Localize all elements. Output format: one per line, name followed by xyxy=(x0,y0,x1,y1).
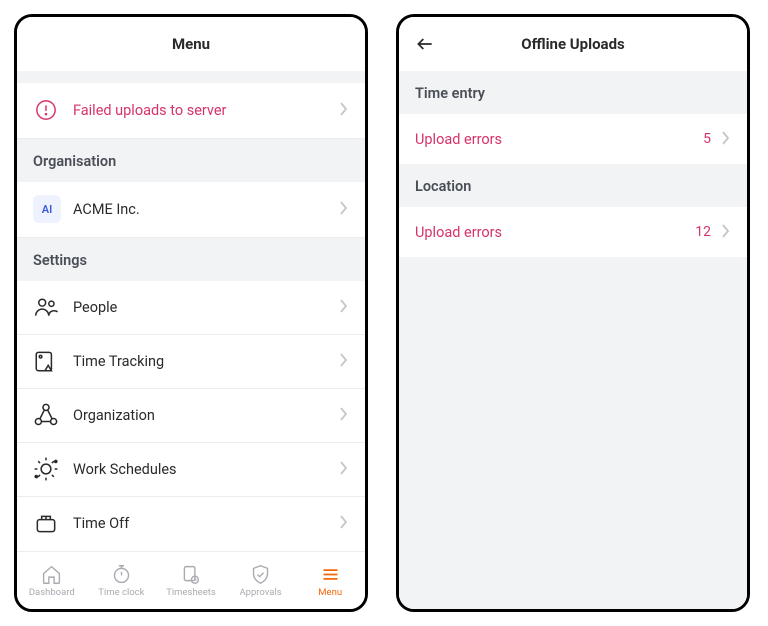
tab-menu[interactable]: Menu xyxy=(295,552,365,609)
row-label: People xyxy=(73,299,339,316)
chevron-right-icon xyxy=(339,200,349,219)
time-tracking-icon xyxy=(33,348,59,374)
offline-uploads-screen: Offline Uploads Time entry Upload errors… xyxy=(396,14,750,612)
row-label: Time Tracking xyxy=(73,353,339,370)
page-title: Offline Uploads xyxy=(521,35,624,53)
header: Offline Uploads xyxy=(399,17,747,71)
failed-uploads-row[interactable]: Failed uploads to server xyxy=(17,83,365,139)
settings-row-organization[interactable]: Organization xyxy=(17,389,365,443)
chevron-right-icon xyxy=(339,406,349,425)
org-badge: AI xyxy=(33,195,61,223)
organisation-row[interactable]: AI ACME Inc. xyxy=(17,182,365,238)
content: Failed uploads to server Organisation AI… xyxy=(17,71,365,551)
settings-row-time-off[interactable]: Time Off xyxy=(17,497,365,551)
tab-bar: Dashboard Time clock Timesheets Approval… xyxy=(17,551,365,609)
tab-label: Approvals xyxy=(239,587,281,598)
chevron-right-icon xyxy=(339,298,349,317)
chevron-right-icon xyxy=(721,130,731,149)
timesheets-icon xyxy=(180,563,202,585)
header: Menu xyxy=(17,17,365,71)
settings-row-people[interactable]: People xyxy=(17,281,365,335)
menu-icon xyxy=(319,563,341,585)
chevron-right-icon xyxy=(339,514,349,533)
time-entry-upload-errors-row[interactable]: Upload errors 5 xyxy=(399,114,747,164)
error-count: 12 xyxy=(695,224,711,240)
people-icon xyxy=(33,294,59,320)
tab-timesheets[interactable]: Timesheets xyxy=(156,552,226,609)
chevron-right-icon xyxy=(339,460,349,479)
shield-check-icon xyxy=(250,563,272,585)
section-header-location: Location xyxy=(399,164,747,207)
row-label: Time Off xyxy=(73,515,339,532)
chevron-right-icon xyxy=(339,352,349,371)
section-header-settings: Settings xyxy=(17,238,365,281)
tab-label: Timesheets xyxy=(166,587,216,598)
tab-time-clock[interactable]: Time clock xyxy=(87,552,157,609)
tab-dashboard[interactable]: Dashboard xyxy=(17,552,87,609)
alert-circle-icon xyxy=(33,97,59,123)
tab-label: Dashboard xyxy=(29,587,75,598)
section-header-time-entry: Time entry xyxy=(399,71,747,114)
home-icon xyxy=(41,563,63,585)
tab-label: Menu xyxy=(318,587,342,598)
error-count: 5 xyxy=(703,131,711,147)
chevron-right-icon xyxy=(721,223,731,242)
work-schedules-icon xyxy=(33,456,59,482)
tab-approvals[interactable]: Approvals xyxy=(226,552,296,609)
row-label: Organization xyxy=(73,407,339,424)
row-label: Failed uploads to server xyxy=(73,102,339,119)
time-off-icon xyxy=(33,511,59,537)
row-label: Upload errors xyxy=(415,131,703,148)
back-button[interactable] xyxy=(413,32,437,56)
settings-row-time-tracking[interactable]: Time Tracking xyxy=(17,335,365,389)
page-title: Menu xyxy=(172,35,210,53)
stopwatch-icon xyxy=(110,563,132,585)
location-upload-errors-row[interactable]: Upload errors 12 xyxy=(399,207,747,257)
arrow-left-icon xyxy=(415,34,435,54)
menu-screen: Menu Failed uploads to server Organisati… xyxy=(14,14,368,612)
settings-row-work-schedules[interactable]: Work Schedules xyxy=(17,443,365,497)
row-label: Upload errors xyxy=(415,224,695,241)
row-label: ACME Inc. xyxy=(73,201,339,218)
tab-label: Time clock xyxy=(98,587,144,598)
row-label: Work Schedules xyxy=(73,461,339,478)
content: Time entry Upload errors 5 Location Uplo… xyxy=(399,71,747,609)
chevron-right-icon xyxy=(339,101,349,120)
section-header-organisation: Organisation xyxy=(17,139,365,182)
organization-icon xyxy=(33,402,59,428)
